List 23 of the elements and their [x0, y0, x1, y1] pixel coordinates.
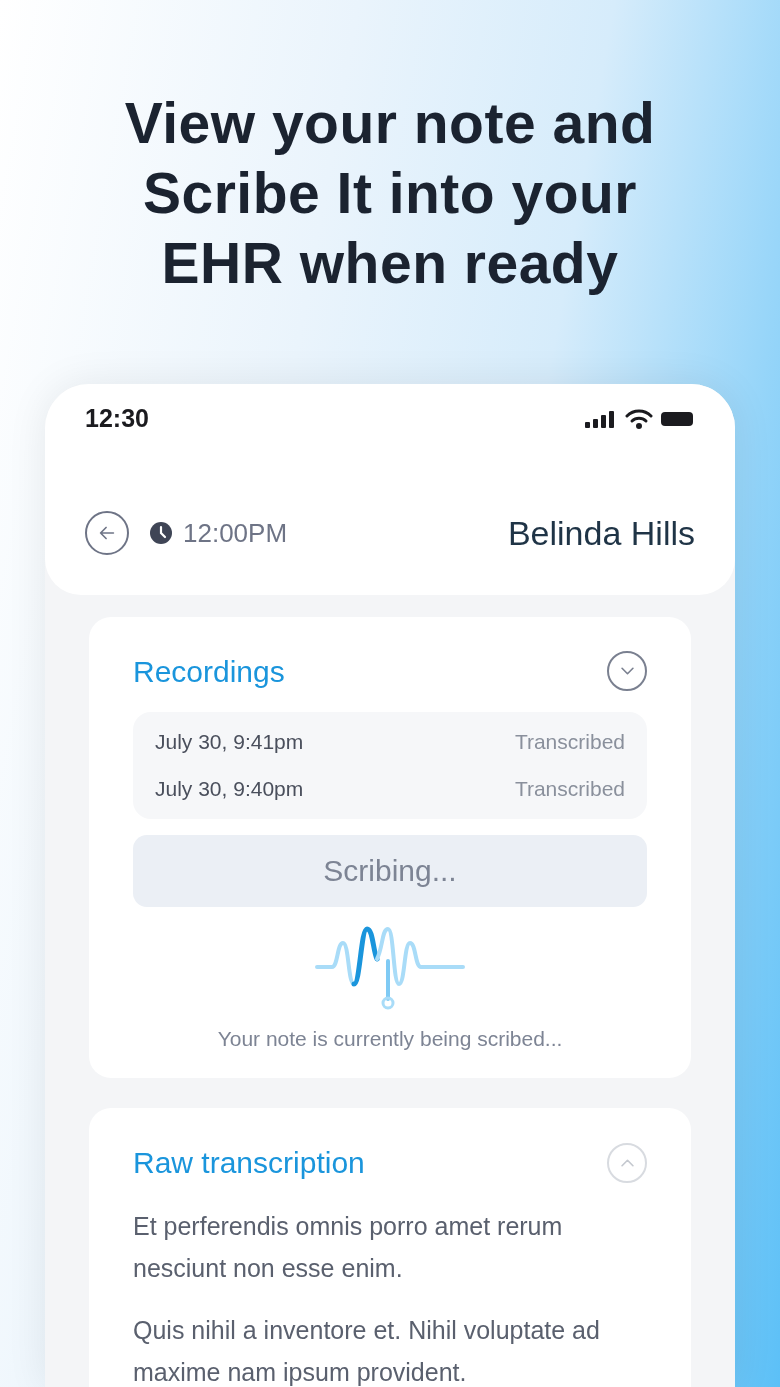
battery-icon [661, 410, 695, 427]
scribing-message: Your note is currently being scribed... [217, 1025, 563, 1052]
recording-row[interactable]: July 30, 9:40pm Transcribed [155, 773, 625, 805]
wifi-icon [625, 408, 653, 429]
chevron-icon [620, 1158, 634, 1167]
section-title: Recordings [133, 653, 285, 690]
recording-date: July 30, 9:40pm [155, 776, 304, 802]
transcription-paragraph: Quis nihil a inventore et. Nihil voluptate ad maxime nam ipsum provident. [133, 1315, 601, 1387]
chevron-icon [620, 667, 634, 675]
headline: View your note and Scribe It into your EHR when ready [123, 90, 657, 297]
signal-icon [585, 409, 617, 428]
recording-row[interactable]: July 30, 9:41pm Transcribed [155, 725, 625, 757]
recording-status: Transcribed [514, 776, 625, 802]
appointment-time: 12:00PM [183, 516, 288, 550]
recording-date: July 30, 9:41pm [155, 728, 304, 755]
status-time: 12:30 [85, 403, 149, 434]
clock-icon [149, 521, 173, 545]
transcription-paragraph: Et perferendis omnis porro amet rerum nesciunt non esse enim. [133, 1211, 564, 1284]
back-button[interactable] [85, 511, 129, 555]
patient-name: Belinda Hills [507, 512, 695, 554]
expand-button[interactable] [607, 651, 647, 691]
recording-status: Transcribed [514, 728, 625, 755]
section-title: Raw transcription [133, 1145, 365, 1181]
